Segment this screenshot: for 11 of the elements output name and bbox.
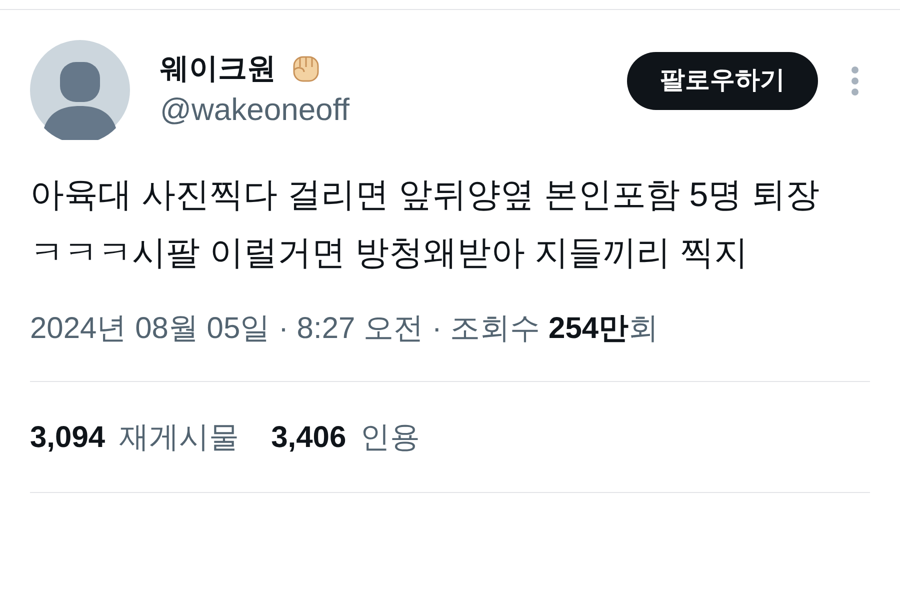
stat-label: 재게시물 [119,420,240,456]
more-icon[interactable] [850,65,860,97]
tweet-meta: 2024년 08월 05일 · 8:27 오전 · 조회수 254만회 [30,312,659,345]
tweet-text: 아육대 사진찍다 걸리면 앞뒤양옆 본인포함 5명 퇴장 ㅋㅋㅋ시팔 이럴거면 방청왜받아 지들끼리 찍지 [29,175,821,274]
stat-count: 3,094 [30,420,106,456]
avatar-icon [30,40,130,140]
author-name: 웨이크원 [160,52,276,87]
stat-count: 3,406 [271,420,346,456]
stat-label: 인용 [360,420,420,456]
author-handle: @wakeoneoff [160,91,350,129]
follow-button[interactable]: 팔로우하기 [627,52,818,110]
